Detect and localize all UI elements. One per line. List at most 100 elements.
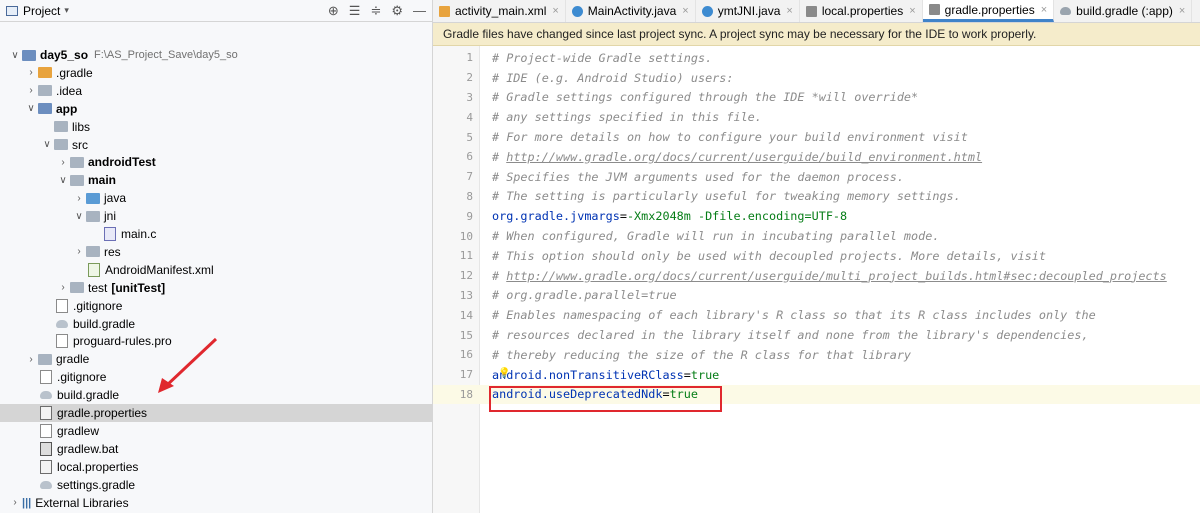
tree-item[interactable]: AndroidManifest.xml xyxy=(0,261,432,279)
tree-item[interactable]: .gitignore xyxy=(0,368,432,386)
library-icon: ||| xyxy=(22,496,32,509)
close-icon[interactable]: × xyxy=(1179,5,1185,17)
folder-icon xyxy=(70,174,84,186)
close-icon[interactable]: × xyxy=(682,5,688,17)
tree-item[interactable]: gradlew.bat xyxy=(0,440,432,458)
tree-item[interactable]: ∨ app xyxy=(0,100,432,118)
tree-item[interactable]: › java xyxy=(0,189,432,207)
line-number: 4 xyxy=(466,110,473,124)
hide-panel-icon[interactable]: — xyxy=(413,3,426,18)
code-line[interactable]: 1 # Project-wide Gradle settings. xyxy=(433,48,1200,68)
code-line[interactable]: 13 # org.gradle.parallel=true xyxy=(433,286,1200,306)
gear-icon[interactable]: ⚙ xyxy=(391,3,403,19)
tree-item[interactable]: ∨ src xyxy=(0,136,432,154)
tree-item[interactable]: build.gradle xyxy=(0,315,432,333)
close-icon[interactable]: × xyxy=(1041,4,1047,16)
editor-tab[interactable]: MainActivity.java × xyxy=(566,0,696,22)
code-line[interactable]: 2 # IDE (e.g. Android Studio) users: xyxy=(433,68,1200,88)
tree-item[interactable]: gradlew xyxy=(0,422,432,440)
chevron-down-icon[interactable]: ∨ xyxy=(56,175,70,186)
code-line[interactable]: 15 # resources declared in the library it… xyxy=(433,325,1200,345)
tree-item[interactable]: build.gradle xyxy=(0,386,432,404)
comment-link[interactable]: http://www.gradle.org/docs/current/userg… xyxy=(506,269,1167,283)
code-line[interactable]: 14 # Enables namespacing of each library'… xyxy=(433,305,1200,325)
comment-link[interactable]: http://www.gradle.org/docs/current/userg… xyxy=(506,150,982,164)
tree-item[interactable]: .gitignore xyxy=(0,297,432,315)
chevron-down-icon[interactable]: ∨ xyxy=(8,50,22,61)
tree-item[interactable]: local.properties xyxy=(0,458,432,476)
tree-item[interactable]: settings.gradle xyxy=(0,476,432,494)
project-view-icon xyxy=(6,5,18,16)
chevron-right-icon[interactable]: › xyxy=(56,157,70,168)
line-number: 14 xyxy=(459,308,473,322)
code-line[interactable]: 17 android.nonTransitiveRClass=true xyxy=(433,365,1200,385)
editor-tab[interactable]: gradle.properties × xyxy=(922,0,1055,22)
chevron-right-icon[interactable]: › xyxy=(72,193,86,204)
chevron-right-icon[interactable]: › xyxy=(56,282,70,293)
code-line[interactable]: 9 org.gradle.jvmargs=-Xmx2048m -Dfile.enc… xyxy=(433,206,1200,226)
tree-item[interactable]: proguard-rules.pro xyxy=(0,332,432,350)
tree-item[interactable]: › androidTest xyxy=(0,153,432,171)
locate-icon[interactable]: ⊕ xyxy=(328,3,339,19)
tree-item[interactable]: ∨ jni xyxy=(0,207,432,225)
editor-tab[interactable]: ymtJNI.java × xyxy=(696,0,800,22)
tree-item[interactable]: › .gradle xyxy=(0,64,432,82)
chevron-down-icon[interactable]: ∨ xyxy=(24,103,38,114)
text-file-icon xyxy=(56,334,68,349)
tree-item[interactable]: › ||| External Libraries xyxy=(0,494,432,512)
code-line[interactable]: 12 # http://www.gradle.org/docs/current/u… xyxy=(433,266,1200,286)
code-line[interactable]: 18 android.useDeprecatedNdk=true xyxy=(433,384,1200,405)
code-editor[interactable]: 1 # Project-wide Gradle settings. 2 # IDE (… xyxy=(433,46,1200,513)
comment-text: # Project-wide Gradle settings. xyxy=(492,50,713,65)
editor-tab[interactable]: build.gradle (:app) × xyxy=(1054,0,1193,22)
project-view-selector[interactable]: Project xyxy=(23,4,60,18)
editor-tab[interactable]: activity_main.xml × xyxy=(433,0,566,22)
close-icon[interactable]: × xyxy=(909,5,915,17)
code-line[interactable]: 6 # http://www.gradle.org/docs/current/us… xyxy=(433,147,1200,167)
chevron-down-icon[interactable]: ∨ xyxy=(72,211,86,222)
code-line[interactable]: 8 # The setting is particularly useful fo… xyxy=(433,187,1200,207)
chevron-right-icon[interactable]: › xyxy=(24,67,38,78)
tree-item[interactable]: libs xyxy=(0,118,432,136)
tree-item[interactable]: gradle.properties xyxy=(0,404,432,422)
chevron-right-icon[interactable]: › xyxy=(24,354,38,365)
chevron-down-icon[interactable]: ∨ xyxy=(40,139,54,150)
tree-item[interactable]: main.c xyxy=(0,225,432,243)
comment-text: # org.gradle.parallel=true xyxy=(492,288,677,303)
property-separator: = xyxy=(683,367,691,382)
expand-all-icon[interactable]: ☰ xyxy=(349,3,361,19)
text-file-icon xyxy=(40,370,52,385)
tree-item-label: day5_so xyxy=(40,48,89,62)
code-line[interactable]: 16 # thereby reducing the size of the R c… xyxy=(433,345,1200,365)
lightbulb-icon[interactable]: 💡 xyxy=(498,368,510,379)
close-icon[interactable]: × xyxy=(552,5,558,17)
editor-tab[interactable]: local.properties × xyxy=(800,0,923,22)
gradle-file-icon xyxy=(40,480,52,489)
code-line[interactable]: 4 # any settings specified in this file. xyxy=(433,107,1200,127)
tree-item[interactable]: › gradle xyxy=(0,350,432,368)
chevron-right-icon[interactable]: › xyxy=(8,497,22,508)
close-icon[interactable]: × xyxy=(786,5,792,17)
chevron-right-icon[interactable]: › xyxy=(24,85,38,96)
folder-icon xyxy=(54,121,68,133)
chevron-right-icon[interactable]: › xyxy=(72,246,86,257)
tree-item[interactable]: ∨ main xyxy=(0,171,432,189)
tree-item[interactable]: › .idea xyxy=(0,82,432,100)
folder-icon xyxy=(86,246,100,258)
code-line[interactable]: 11 # This option should only be used with… xyxy=(433,246,1200,266)
tree-item[interactable]: › res xyxy=(0,243,432,261)
tree-item[interactable]: › test [unitTest] xyxy=(0,279,432,297)
tree-item[interactable]: ∨ day5_so F:\AS_Project_Save\day5_so xyxy=(0,46,432,64)
code-line[interactable]: 10 # When configured, Gradle will run in … xyxy=(433,226,1200,246)
code-line[interactable]: 7 # Specifies the JVM arguments used for … xyxy=(433,167,1200,187)
tree-item-label: .idea xyxy=(56,83,83,98)
code-line[interactable]: 3 # Gradle settings configured through th… xyxy=(433,88,1200,108)
chevron-down-icon[interactable]: ▾ xyxy=(64,5,69,16)
code-text: # thereby reducing the size of the R cla… xyxy=(492,348,911,362)
line-number: 6 xyxy=(466,150,473,164)
code-line[interactable]: 5 # For more details on how to configure … xyxy=(433,127,1200,147)
collapse-all-icon[interactable]: ≑ xyxy=(370,3,381,19)
tree-item-label: src xyxy=(72,137,88,152)
properties-file-icon xyxy=(40,406,52,420)
property-value: true xyxy=(669,387,698,402)
